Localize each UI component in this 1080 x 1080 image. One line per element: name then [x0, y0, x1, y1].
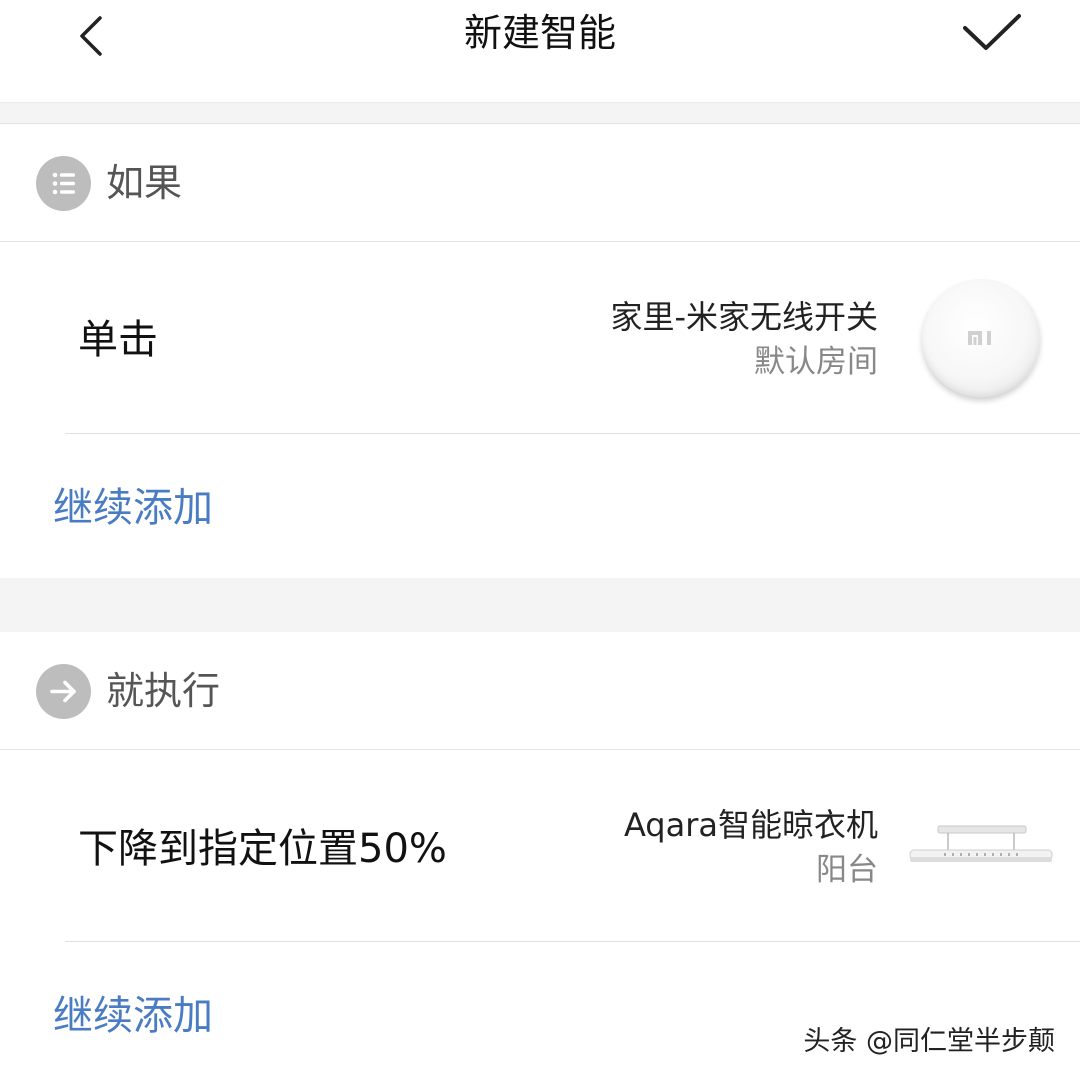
section-divider	[0, 578, 1080, 632]
watermark: 头条 @同仁堂半步颠	[803, 1026, 1055, 1057]
execute-action-label: 下降到指定位置50%	[78, 826, 447, 872]
list-icon	[36, 156, 91, 211]
section-divider	[0, 102, 1080, 124]
add-condition-link[interactable]: 继续添加	[53, 483, 213, 533]
row-divider	[65, 433, 1080, 434]
condition-section-header: 如果	[0, 125, 1080, 242]
row-divider	[65, 941, 1080, 942]
action-section-header: 就执行	[0, 633, 1080, 750]
trigger-device-room: 默认房间	[754, 344, 878, 380]
clothes-dryer-icon	[909, 825, 1053, 862]
trigger-action-label: 单击	[78, 317, 158, 363]
trigger-device-name: 家里-米家无线开关	[610, 298, 878, 336]
arrow-right-icon	[36, 664, 91, 719]
wireless-switch-icon	[922, 279, 1040, 397]
condition-rule-row[interactable]: 单击 家里-米家无线开关 默认房间	[0, 242, 1080, 434]
confirm-button[interactable]	[955, 6, 1031, 62]
new-smart-page: 新建智能 如果 单击 家里-米家无线开关 默认房间 继续添加 就执行 下降到指定…	[0, 0, 1080, 1080]
add-action-link[interactable]: 继续添加	[53, 991, 213, 1041]
condition-section-title: 如果	[106, 161, 183, 205]
mi-logo-icon	[968, 331, 991, 345]
page-title: 新建智能	[463, 11, 616, 55]
action-device-room: 阳台	[816, 852, 878, 888]
top-bar: 新建智能	[0, 0, 1080, 102]
action-device-name: Aqara智能晾衣机	[623, 806, 878, 844]
checkmark-icon	[963, 14, 1021, 50]
action-section-title: 就执行	[106, 669, 221, 713]
